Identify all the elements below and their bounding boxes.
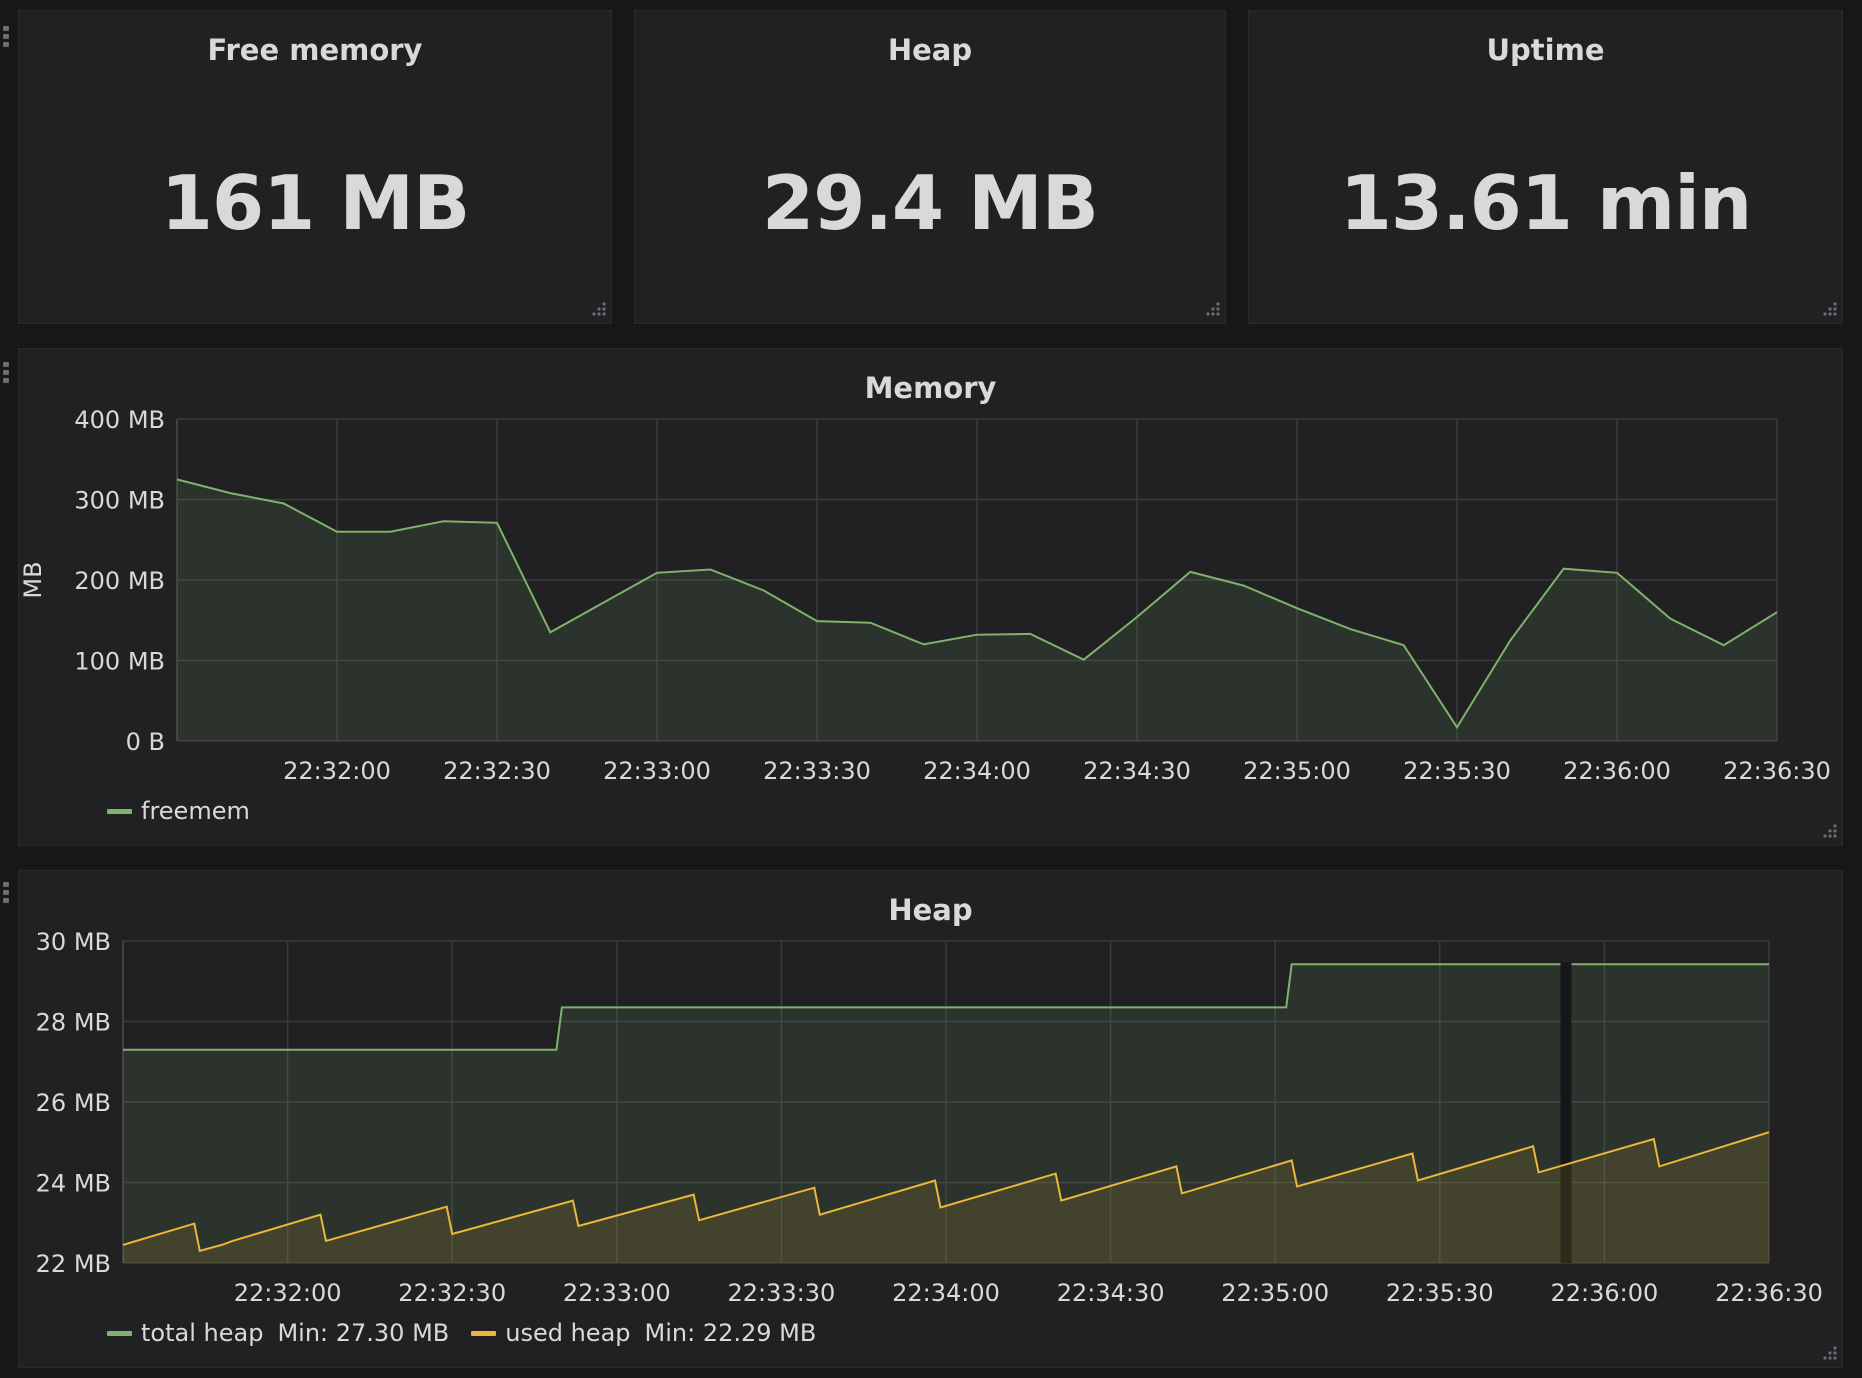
resize-corner-icon[interactable] xyxy=(589,301,607,319)
y-tick-label: 300 MB xyxy=(74,487,165,515)
panel-title[interactable]: Uptime xyxy=(1249,33,1842,67)
x-tick-label: 22:35:00 xyxy=(1243,757,1351,785)
resize-corner-icon[interactable] xyxy=(1203,301,1221,319)
stat-value: 13.61 min xyxy=(1339,159,1753,247)
resize-corner-icon[interactable] xyxy=(1820,823,1838,841)
x-tick-label: 22:36:30 xyxy=(1715,1279,1823,1307)
legend-label: used heap xyxy=(505,1319,631,1347)
x-tick-label: 22:32:30 xyxy=(443,757,551,785)
x-tick-label: 22:35:30 xyxy=(1403,757,1511,785)
x-tick-label: 22:36:00 xyxy=(1563,757,1671,785)
x-tick-label: 22:36:30 xyxy=(1723,757,1831,785)
stat-value: 161 MB xyxy=(160,159,470,247)
chart-legend: total heap Min: 27.30 MB used heap Min: … xyxy=(107,1319,838,1347)
legend-item-used-heap[interactable]: used heap Min: 22.29 MB xyxy=(471,1319,816,1347)
y-tick-label: 26 MB xyxy=(36,1089,111,1117)
panel-title[interactable]: Heap xyxy=(635,33,1225,67)
heap-chart[interactable]: 22 MB 24 MB 26 MB 28 MB 30 MB 22:32:00 22:32:3… xyxy=(19,871,1844,1369)
stat-panel-free-memory[interactable]: Free memory 161 MB xyxy=(18,10,612,324)
memory-chart[interactable]: 0 B 100 MB 200 MB 300 MB 400 MB 22:32:00 22:32… xyxy=(19,349,1844,847)
panel-title[interactable]: Free memory xyxy=(19,33,611,67)
legend-swatch xyxy=(471,1330,497,1336)
x-tick-label: 22:35:30 xyxy=(1386,1279,1494,1307)
x-tick-label: 22:32:30 xyxy=(398,1279,506,1307)
resize-corner-icon[interactable] xyxy=(1820,1345,1838,1363)
drag-handle-icon[interactable] xyxy=(2,880,10,906)
stat-panel-heap[interactable]: Heap 29.4 MB xyxy=(634,10,1226,324)
x-tick-label: 22:34:00 xyxy=(923,757,1031,785)
chart-legend: freemem xyxy=(107,797,272,825)
y-tick-label: 24 MB xyxy=(36,1170,111,1198)
graph-panel-memory[interactable]: Memory 0 B 100 MB 200 MB 300 MB 400 MB 22:32:… xyxy=(18,348,1843,846)
legend-swatch xyxy=(107,808,132,814)
x-tick-label: 22:33:30 xyxy=(728,1279,836,1307)
x-tick-label: 22:34:30 xyxy=(1057,1279,1165,1307)
legend-item-total-heap[interactable]: total heap Min: 27.30 MB xyxy=(107,1319,449,1347)
x-tick-label: 22:34:00 xyxy=(892,1279,1000,1307)
x-tick-label: 22:34:30 xyxy=(1083,757,1191,785)
legend-item-freemem[interactable]: freemem xyxy=(107,797,250,825)
y-tick-label: 0 B xyxy=(126,728,165,756)
x-tick-label: 22:32:00 xyxy=(283,757,391,785)
legend-min-value: Min: 27.30 MB xyxy=(277,1319,450,1347)
y-axis-label: MB xyxy=(19,561,47,598)
legend-swatch xyxy=(107,1330,132,1336)
x-tick-label: 22:36:00 xyxy=(1551,1279,1659,1307)
drag-handle-icon[interactable] xyxy=(2,24,10,50)
x-tick-label: 22:35:00 xyxy=(1221,1279,1329,1307)
stat-panel-uptime[interactable]: Uptime 13.61 min xyxy=(1248,10,1843,324)
x-tick-label: 22:33:00 xyxy=(603,757,711,785)
y-tick-label: 200 MB xyxy=(74,567,165,595)
legend-label: total heap xyxy=(141,1319,264,1347)
x-tick-label: 22:33:00 xyxy=(563,1279,671,1307)
legend-label: freemem xyxy=(141,797,250,825)
y-tick-label: 30 MB xyxy=(36,928,111,956)
y-tick-label: 22 MB xyxy=(36,1250,111,1278)
stat-value: 29.4 MB xyxy=(762,159,1099,247)
resize-corner-icon[interactable] xyxy=(1820,301,1838,319)
legend-min-value: Min: 22.29 MB xyxy=(644,1319,817,1347)
x-tick-label: 22:33:30 xyxy=(763,757,871,785)
y-tick-label: 400 MB xyxy=(74,406,165,434)
graph-panel-heap[interactable]: Heap 22 MB 24 MB 26 MB 28 MB 30 MB 22:32:00 22… xyxy=(18,870,1843,1368)
x-tick-label: 22:32:00 xyxy=(234,1279,342,1307)
drag-handle-icon[interactable] xyxy=(2,360,10,386)
y-tick-label: 100 MB xyxy=(74,648,165,676)
y-tick-label: 28 MB xyxy=(36,1009,111,1037)
